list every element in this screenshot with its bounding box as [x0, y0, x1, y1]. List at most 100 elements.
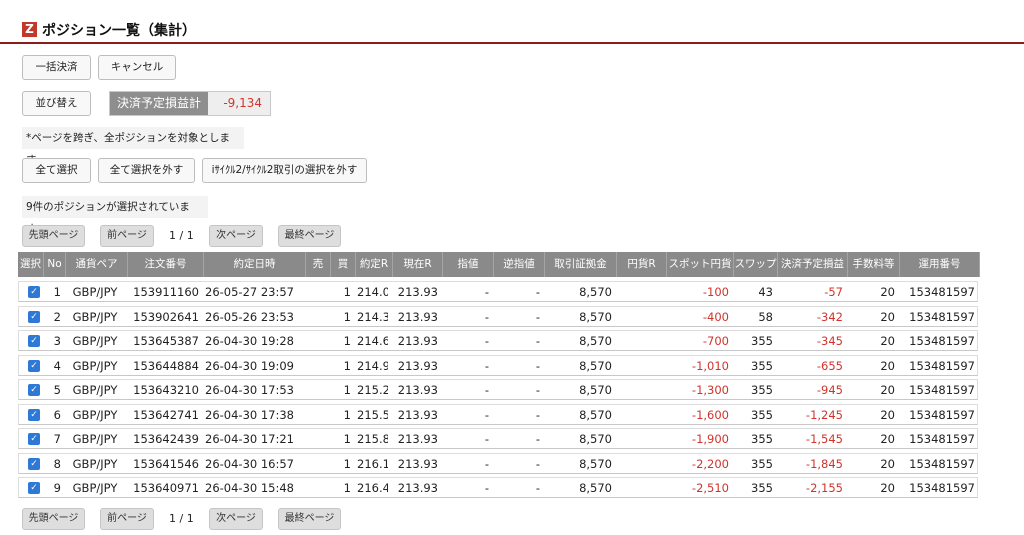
cell-pair: GBP/JPY	[72, 407, 118, 422]
cell-settle-pnl: -1,545	[805, 432, 843, 446]
table-row[interactable]: ✓ 3 GBP/JPY 153645387 26-04-30 19:28 1 214.63 2…	[18, 330, 978, 351]
cell-rate: 214.33	[357, 309, 388, 324]
col-header-settle-pnl: 決済予定損益	[778, 252, 848, 277]
cell-limit: -	[484, 432, 489, 446]
cell-current-rate: 213.93	[397, 407, 438, 422]
cell-buy: 1	[343, 432, 351, 446]
cell-spot-jpy: -1,010	[691, 358, 729, 373]
cell-op-number: 153481597	[909, 383, 975, 397]
table-row[interactable]: ✓ 7 GBP/JPY 153642439 26-04-30 17:21 1 215.83 2…	[18, 428, 978, 449]
cell-buy: 1	[343, 285, 351, 299]
cell-limit: -	[484, 285, 489, 299]
col-header-swap: スワップ	[734, 252, 778, 277]
cell-swap: 58	[758, 309, 773, 324]
cell-op-number: 153481597	[909, 334, 975, 348]
cell-margin: 8,570	[579, 285, 612, 299]
cell-limit: -	[484, 309, 489, 324]
first-page-button-bottom[interactable]: 先頭ページ	[22, 508, 85, 530]
cell-margin: 8,570	[579, 334, 612, 348]
cell-stop: -	[535, 456, 540, 471]
cell-margin: 8,570	[579, 481, 612, 495]
cell-sell	[307, 454, 326, 474]
last-page-button-bottom[interactable]: 最終ページ	[278, 508, 341, 530]
cell-spot-jpy: -1,600	[691, 407, 729, 422]
cell-spot-jpy: -1,900	[691, 432, 729, 446]
cell-pair: GBP/JPY	[72, 358, 118, 373]
cell-settle-pnl: -655	[816, 358, 843, 373]
row-checkbox[interactable]: ✓	[28, 384, 40, 396]
cell-op-number: 153481597	[909, 309, 975, 324]
row-checkbox[interactable]: ✓	[28, 286, 40, 298]
cell-stop: -	[535, 334, 540, 348]
cell-jpy-rate	[618, 454, 662, 474]
row-checkbox[interactable]: ✓	[28, 335, 40, 347]
select-all-button[interactable]: 全て選択	[22, 158, 91, 183]
table-row[interactable]: ✓ 8 GBP/JPY 153641546 26-04-30 16:57 1 216.13 2…	[18, 452, 978, 474]
deselect-all-button[interactable]: 全て選択を外す	[98, 158, 195, 183]
bulk-settle-button[interactable]: 一括決済	[22, 55, 91, 80]
selection-status: 9件のポジションが選択されています。	[22, 196, 208, 235]
cell-jpy-rate	[618, 307, 662, 327]
table-row[interactable]: ✓ 9 GBP/JPY 153640971 26-04-30 15:48 1 216.44 2…	[18, 477, 978, 498]
cell-margin: 8,570	[579, 358, 612, 373]
cell-datetime: 26-04-30 19:28	[205, 334, 294, 348]
col-header-current-rate: 現在R	[393, 252, 443, 277]
cell-datetime: 26-04-30 17:21	[205, 432, 294, 446]
deselect-cycle-button[interactable]: iｻｲｸﾙ2/ｻｲｸﾙ2取引の選択を外す	[202, 158, 367, 183]
sort-button[interactable]: 並び替え	[22, 91, 91, 116]
next-page-button-bottom[interactable]: 次ページ	[209, 508, 263, 530]
cell-rate: 215.23	[357, 383, 388, 397]
cell-swap: 43	[758, 285, 773, 299]
cell-no: 6	[53, 407, 61, 422]
table-row[interactable]: ✓ 6 GBP/JPY 153642741 26-04-30 17:38 1 215.53 2…	[18, 403, 978, 425]
cross-page-note: *ページを跨ぎ、全ポジションを対象とします。	[22, 127, 244, 166]
cell-sell	[307, 405, 326, 425]
brand-logo-icon: Z	[22, 22, 37, 37]
cell-sell	[307, 380, 326, 400]
row-checkbox[interactable]: ✓	[28, 408, 40, 421]
cell-spot-jpy: -2,200	[691, 456, 729, 471]
last-page-button[interactable]: 最終ページ	[278, 225, 341, 247]
cancel-button[interactable]: キャンセル	[98, 55, 176, 80]
cell-spot-jpy: -1,300	[691, 383, 729, 397]
prev-page-button[interactable]: 前ページ	[100, 225, 154, 247]
page-indicator-bottom: 1 / 1	[169, 512, 194, 525]
col-header-no: No	[44, 252, 66, 277]
row-checkbox[interactable]: ✓	[28, 310, 40, 323]
cell-no: 9	[53, 481, 61, 495]
row-checkbox[interactable]: ✓	[28, 482, 40, 494]
row-checkbox[interactable]: ✓	[28, 433, 40, 445]
col-header-fee: 手数料等	[848, 252, 900, 277]
cell-limit: -	[484, 358, 489, 373]
cell-pair: GBP/JPY	[72, 285, 118, 299]
total-pnl-box: 決済予定損益計 -9,134	[109, 91, 271, 116]
cell-stop: -	[535, 383, 540, 397]
cell-op-number: 153481597	[909, 432, 975, 446]
row-checkbox[interactable]: ✓	[28, 457, 40, 470]
cell-fee: 20	[880, 407, 895, 422]
prev-page-button-bottom[interactable]: 前ページ	[100, 508, 154, 530]
table-row[interactable]: ✓ 2 GBP/JPY 153902641 26-05-26 23:53 1 214.33 2…	[18, 305, 978, 327]
table-row[interactable]: ✓ 4 GBP/JPY 153644884 26-04-30 19:09 1 214.94 2…	[18, 354, 978, 376]
cell-no: 8	[53, 456, 61, 471]
first-page-button[interactable]: 先頭ページ	[22, 225, 85, 247]
cell-op-number: 153481597	[909, 456, 975, 471]
cell-current-rate: 213.93	[397, 456, 438, 471]
next-page-button[interactable]: 次ページ	[209, 225, 263, 247]
cell-spot-jpy: -400	[702, 309, 729, 324]
cell-fee: 20	[880, 456, 895, 471]
cell-limit: -	[484, 456, 489, 471]
cell-rate: 216.44	[357, 481, 388, 495]
table-row[interactable]: ✓ 1 GBP/JPY 153911160 26-05-27 23:57 1 214.03 2…	[18, 281, 978, 302]
page-indicator: 1 / 1	[169, 229, 194, 242]
cell-settle-pnl: -2,155	[805, 481, 843, 495]
cell-order-number: 153643210	[133, 383, 199, 397]
cell-current-rate: 213.93	[397, 309, 438, 324]
table-row[interactable]: ✓ 5 GBP/JPY 153643210 26-04-30 17:53 1 215.23 2…	[18, 379, 978, 400]
cell-order-number: 153902641	[133, 309, 199, 324]
cell-sell	[307, 282, 326, 302]
cell-datetime: 26-04-30 17:53	[205, 383, 294, 397]
row-checkbox[interactable]: ✓	[28, 359, 40, 372]
cell-rate: 214.63	[357, 334, 388, 348]
cell-datetime: 26-05-26 23:53	[205, 309, 294, 324]
